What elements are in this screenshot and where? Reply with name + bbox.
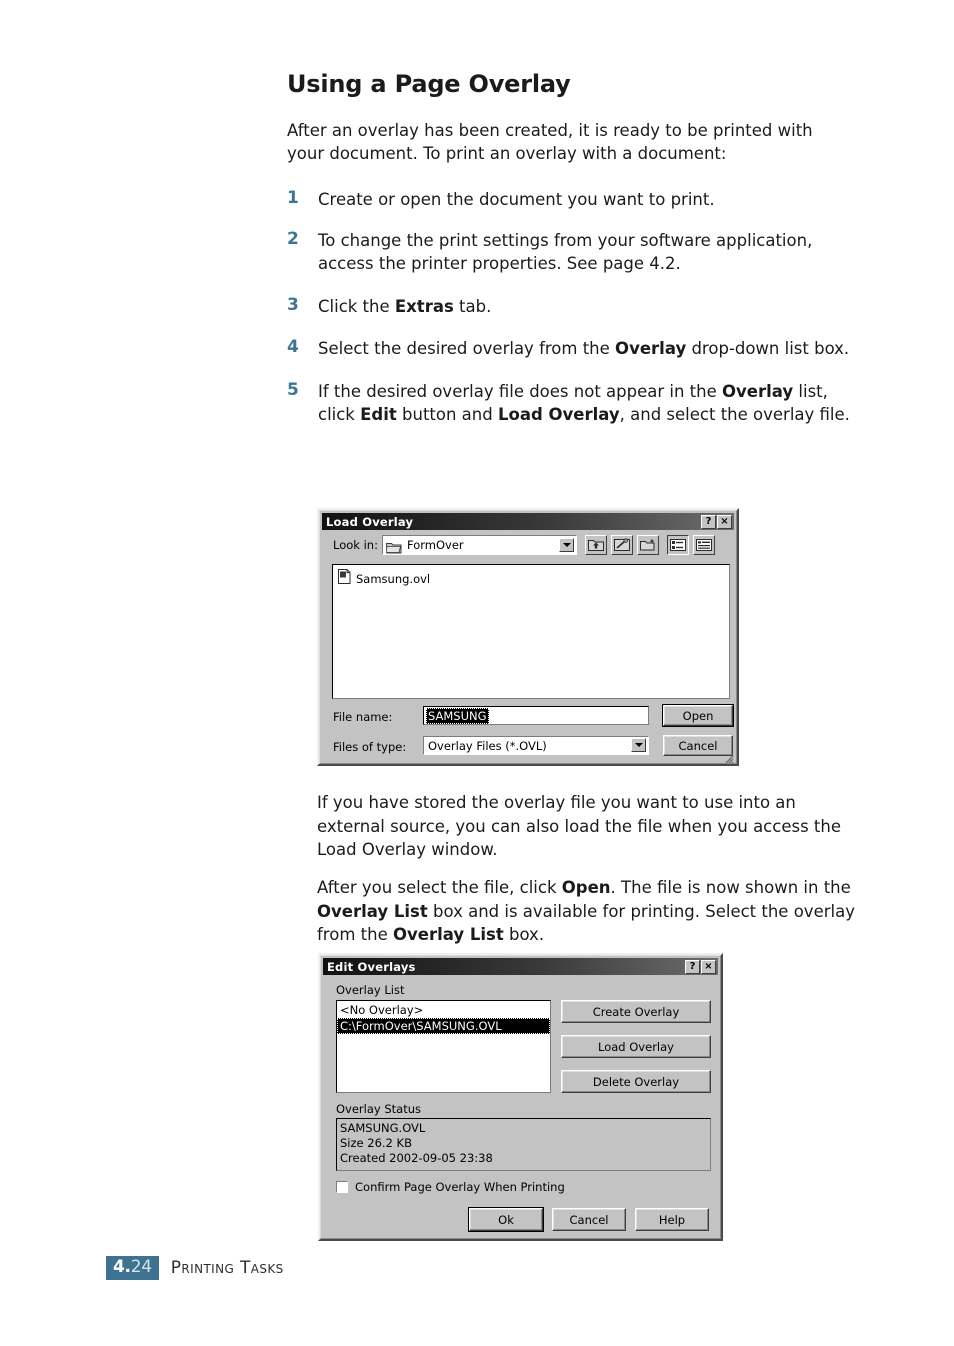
step-text: To change the print settings from your s… <box>318 230 813 274</box>
step-number: 5 <box>287 379 299 400</box>
status-line: Size 26.2 KB <box>340 1136 412 1150</box>
overlay-status-box: SAMSUNG.OVL Size 26.2 KB Created 2002-09… <box>336 1118 711 1171</box>
dialog-title: Edit Overlays <box>327 959 416 974</box>
edit-overlays-titlebar[interactable]: Edit Overlays ? × <box>323 958 718 975</box>
step-number: 2 <box>287 228 299 249</box>
files-of-type-combobox[interactable]: Overlay Files (*.OVL) <box>423 736 649 755</box>
open-button[interactable]: Open <box>662 704 734 727</box>
file-dialog-toolbar <box>585 535 715 555</box>
body-paragraph-2: After you select the file, click Open. T… <box>317 878 855 944</box>
ok-button[interactable]: Ok <box>468 1207 544 1232</box>
resize-grip-icon[interactable] <box>722 749 734 764</box>
edit-overlays-dialog: Edit Overlays ? × Overlay List <No Overl… <box>318 953 723 1241</box>
files-of-type-value: Overlay Files (*.OVL) <box>428 738 547 753</box>
folio-minor: 24 <box>130 1257 152 1277</box>
list-item: 2 To change the print settings from your… <box>287 229 857 276</box>
close-icon[interactable]: × <box>717 514 732 529</box>
file-name-input[interactable]: SAMSUNG <box>423 706 649 725</box>
list-item: 4 Select the desired overlay from the Ov… <box>287 337 857 361</box>
close-icon[interactable]: × <box>701 959 716 974</box>
up-one-level-icon[interactable] <box>585 535 607 555</box>
steps-list: 1 Create or open the document you want t… <box>287 188 857 444</box>
step-number: 3 <box>287 294 299 315</box>
page-number-badge: 4.24 <box>106 1256 159 1280</box>
list-item[interactable]: C:\FormOver\SAMSUNG.OVL <box>337 1018 550 1034</box>
step-number: 4 <box>287 337 299 357</box>
new-folder-icon[interactable] <box>637 535 659 555</box>
dialog-title: Load Overlay <box>326 514 414 529</box>
overlay-status-label: Overlay Status <box>336 1102 422 1116</box>
overlay-file-icon <box>338 569 351 588</box>
cancel-button[interactable]: Cancel <box>552 1208 626 1231</box>
look-in-value: FormOver <box>407 538 464 552</box>
step-text: If the desired overlay file does not app… <box>318 381 850 425</box>
load-overlay-button[interactable]: Load Overlay <box>561 1035 711 1058</box>
load-overlay-dialog: Load Overlay ? × Look in: FormOver Samsu… <box>317 508 739 766</box>
list-item[interactable]: Samsung.ovl <box>333 565 729 588</box>
intro-paragraph: After an overlay has been created, it is… <box>287 121 813 163</box>
body-paragraph-1: If you have stored the overlay file you … <box>317 793 841 859</box>
page-footer: 4.24 Printing Tasks <box>106 1256 284 1280</box>
help-icon[interactable]: ? <box>701 514 716 529</box>
folder-icon <box>385 539 402 553</box>
step-text: Click the Extras tab. <box>318 296 492 316</box>
file-name-label: Samsung.ovl <box>356 571 431 586</box>
folio-major: 4. <box>113 1257 131 1277</box>
status-line: Created 2002-09-05 23:38 <box>340 1151 493 1165</box>
look-in-combobox[interactable]: FormOver <box>382 535 577 555</box>
list-item: 5 If the desired overlay file does not a… <box>287 380 857 427</box>
step-text: Create or open the document you want to … <box>318 190 715 209</box>
delete-overlay-button[interactable]: Delete Overlay <box>561 1070 711 1093</box>
file-name-field-label: File name: <box>333 710 393 724</box>
list-view-icon[interactable] <box>667 535 689 555</box>
step-number: 1 <box>287 188 299 208</box>
list-item[interactable]: <No Overlay> <box>337 1001 550 1017</box>
help-icon[interactable]: ? <box>685 959 700 974</box>
load-overlay-titlebar[interactable]: Load Overlay ? × <box>322 513 734 530</box>
look-in-label: Look in: <box>333 538 378 552</box>
list-item: 3 Click the Extras tab. <box>287 295 857 319</box>
chevron-down-icon[interactable] <box>559 538 574 552</box>
create-overlay-button[interactable]: Create Overlay <box>561 1000 711 1023</box>
confirm-page-overlay-checkbox-row[interactable]: Confirm Page Overlay When Printing <box>336 1180 565 1194</box>
footer-section-label: Printing Tasks <box>170 1258 284 1278</box>
files-of-type-label: Files of type: <box>333 740 407 754</box>
confirm-page-overlay-label: Confirm Page Overlay When Printing <box>355 1180 565 1194</box>
overlay-list[interactable]: <No Overlay> C:\FormOver\SAMSUNG.OVL <box>336 1000 551 1093</box>
file-list[interactable]: Samsung.ovl <box>332 564 730 699</box>
look-in-favorites-icon[interactable] <box>611 535 633 555</box>
details-view-icon[interactable] <box>693 535 715 555</box>
document-page: Using a Page Overlay After an overlay ha… <box>0 0 954 1346</box>
help-button[interactable]: Help <box>635 1208 709 1231</box>
step-text: Select the desired overlay from the Over… <box>318 339 850 358</box>
list-item: 1 Create or open the document you want t… <box>287 188 857 212</box>
file-name-value: SAMSUNG <box>426 707 489 724</box>
overlay-list-label: Overlay List <box>336 983 405 997</box>
checkbox-icon[interactable] <box>336 1181 348 1193</box>
page-title: Using a Page Overlay <box>287 70 571 98</box>
chevron-down-icon[interactable] <box>631 738 646 752</box>
status-line: SAMSUNG.OVL <box>340 1121 426 1135</box>
